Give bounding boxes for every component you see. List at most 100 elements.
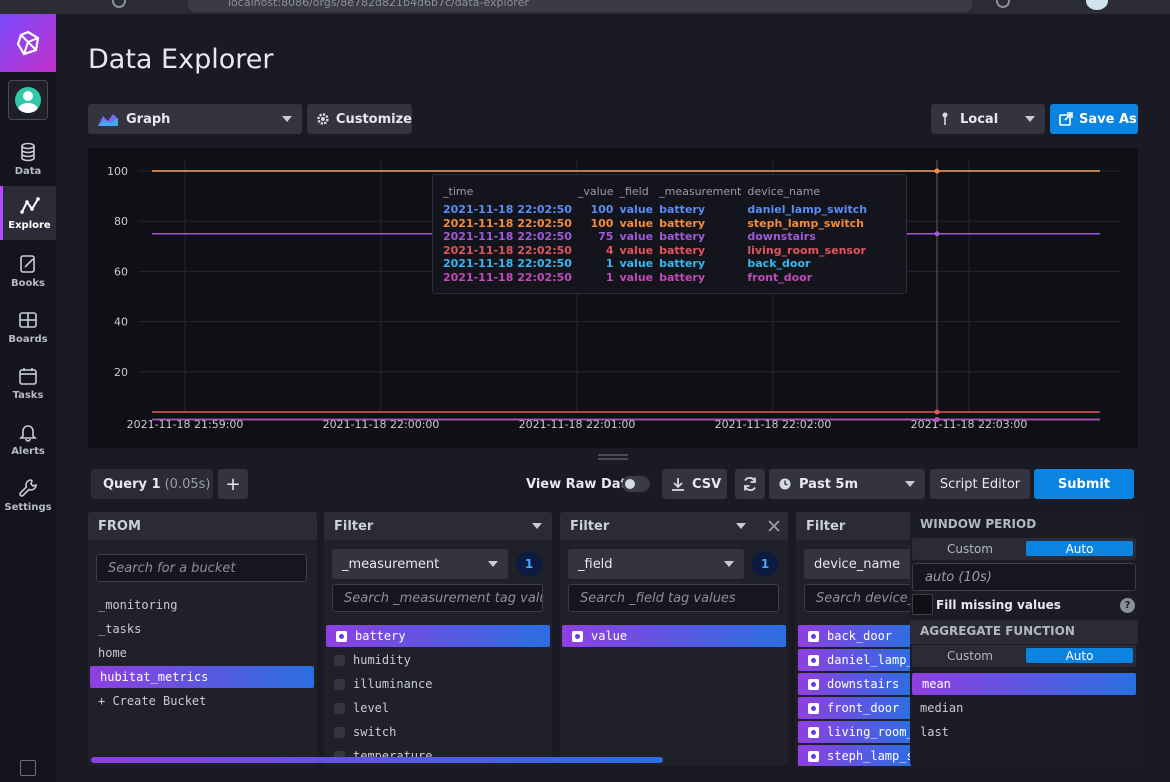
tag-value-selected[interactable]: living_room_sensor	[798, 721, 916, 743]
checkbox-icon	[808, 726, 819, 738]
filter-panel-title[interactable]: Filter	[796, 512, 916, 540]
tag-value[interactable]: switch	[324, 721, 552, 743]
window-period-toggle[interactable]: Custom Auto	[912, 538, 1136, 560]
field-search-input[interactable]: Search _field tag values	[568, 584, 779, 612]
collapse-sidebar-icon[interactable]	[20, 760, 36, 776]
tooltip-measurement: battery	[659, 257, 705, 271]
time-range-dropdown[interactable]: Past 5m	[769, 469, 925, 499]
aggregate-toggle[interactable]: Custom Auto	[912, 645, 1136, 667]
add-query-button[interactable]: +	[218, 469, 248, 499]
reload-icon[interactable]	[112, 0, 126, 8]
tooltip-header: _value	[577, 185, 614, 198]
tooltip-time: 2021-11-18 22:02:50	[443, 230, 572, 244]
user-avatar[interactable]	[8, 80, 48, 120]
tooltip-value: 1	[605, 270, 614, 284]
calendar-icon	[19, 367, 37, 385]
measurement-search-input[interactable]: Search _measurement tag values	[332, 584, 543, 612]
create-bucket-link[interactable]: + Create Bucket	[88, 690, 317, 712]
tooltip-field: value	[619, 230, 654, 244]
view-raw-data-toggle[interactable]	[622, 476, 650, 492]
url-bar[interactable]: localhost:8086/orgs/8e782d821b4d6b7c/dat…	[188, 0, 972, 12]
tooltip-field: value	[619, 203, 654, 216]
bucket-item[interactable]: home	[88, 642, 317, 664]
y-tick-label: 60	[114, 265, 128, 278]
tooltip-row: 2021-11-18 22:02:50 100 value battery steph_…	[443, 217, 873, 231]
bucket-item-selected[interactable]: hubitat_metrics	[90, 666, 314, 688]
chevron-down-icon	[488, 561, 498, 567]
user-icon	[15, 87, 41, 113]
aggregate-function-selected[interactable]: mean	[912, 673, 1136, 695]
filter-key-dropdown[interactable]: _field	[568, 549, 744, 579]
tag-value-selected[interactable]: downstairs	[798, 673, 916, 695]
filter-panel-title[interactable]: Filter	[324, 512, 552, 540]
bucket-item[interactable]: _monitoring	[88, 594, 317, 616]
query-tab[interactable]: Query 1 (0.05s)	[91, 469, 213, 499]
horizontal-scrollbar[interactable]	[91, 757, 663, 763]
tag-value[interactable]: humidity	[324, 649, 552, 671]
tag-value-label: daniel_lamp_switch	[827, 653, 916, 667]
window-auto-option[interactable]: Auto	[1026, 541, 1133, 556]
nav-boards[interactable]: Boards	[0, 300, 56, 354]
view-raw-data-label: View Raw Data	[526, 477, 636, 492]
checkbox-icon	[808, 678, 819, 690]
fill-missing-checkbox[interactable]	[912, 594, 933, 615]
nav-tasks[interactable]: Tasks	[0, 356, 56, 410]
chevron-down-icon	[532, 523, 542, 529]
nav-explore[interactable]: Explore	[0, 186, 56, 240]
device-search-input[interactable]: Search device_name tag values	[804, 584, 916, 612]
aggregate-function[interactable]: last	[910, 721, 1138, 743]
graph-type-icon	[98, 114, 118, 126]
timezone-dropdown[interactable]: Local	[931, 104, 1045, 134]
aggregate-function[interactable]: median	[910, 697, 1138, 719]
window-period-input[interactable]: auto (10s)	[912, 563, 1136, 591]
bucket-item[interactable]: _tasks	[88, 618, 317, 640]
nav-data[interactable]: Data	[0, 132, 56, 186]
tag-value-selected[interactable]: front_door	[798, 697, 916, 719]
query-time: (0.05s)	[164, 476, 211, 492]
vis-type-dropdown[interactable]: Graph	[88, 104, 302, 134]
aggregate-custom-option[interactable]: Custom	[915, 648, 1025, 663]
bucket-search-input[interactable]: Search for a bucket	[96, 554, 307, 582]
sidebar: Data Explore Books Boards Tasks Alerts S…	[0, 14, 56, 782]
tag-value-selected[interactable]: value	[562, 625, 786, 647]
checkbox-icon	[334, 654, 345, 666]
tag-value-selected[interactable]: back_door	[798, 625, 916, 647]
database-icon	[21, 142, 35, 161]
resize-handle[interactable]	[598, 454, 628, 460]
plus-icon: +	[225, 473, 241, 495]
filter-key-dropdown[interactable]: device_name	[804, 549, 916, 579]
refresh-button[interactable]	[735, 469, 765, 499]
tag-value-selected[interactable]: battery	[326, 625, 550, 647]
close-icon[interactable]	[768, 520, 780, 532]
extension-icon[interactable]	[996, 0, 1010, 8]
csv-button[interactable]: CSV	[662, 469, 727, 499]
tag-value[interactable]: level	[324, 697, 552, 719]
tooltip-header: _time	[443, 185, 474, 198]
submit-button[interactable]: Submit	[1034, 469, 1134, 499]
aggregate-function-title: AGGREGATE FUNCTION	[920, 624, 1075, 638]
window-custom-option[interactable]: Custom	[915, 541, 1025, 556]
influx-logo[interactable]	[0, 14, 56, 72]
help-icon[interactable]: ?	[1120, 598, 1135, 613]
url-text: localhost:8086/orgs/8e782d821b4d6b7c/dat…	[228, 0, 529, 9]
filter-panel-title[interactable]: Filter	[560, 512, 788, 540]
customize-button[interactable]: Customize	[307, 104, 412, 134]
nav-alerts[interactable]: Alerts	[0, 412, 56, 466]
filter-key-dropdown[interactable]: _measurement	[332, 549, 508, 579]
nav-settings[interactable]: Settings	[0, 468, 56, 522]
tag-value-selected[interactable]: daniel_lamp_switch	[798, 649, 916, 671]
customize-label: Customize	[335, 111, 412, 127]
filter-panel-field: Filter _field 1 Search _field tag values…	[560, 512, 788, 766]
nav-books[interactable]: Books	[0, 244, 56, 298]
tag-value-selected[interactable]: steph_lamp_switch	[798, 745, 916, 766]
checkbox-icon	[808, 702, 819, 714]
tag-value-label: value	[591, 629, 628, 643]
tag-value[interactable]: illuminance	[324, 673, 552, 695]
profile-icon[interactable]	[1086, 0, 1108, 10]
save-as-button[interactable]: Save As	[1050, 104, 1138, 134]
filter-key-label: _field	[578, 556, 613, 572]
aggregate-auto-option[interactable]: Auto	[1026, 648, 1133, 663]
chevron-down-icon	[282, 116, 292, 122]
tooltip-measurement: battery	[659, 243, 705, 257]
script-editor-button[interactable]: Script Editor	[930, 469, 1030, 499]
